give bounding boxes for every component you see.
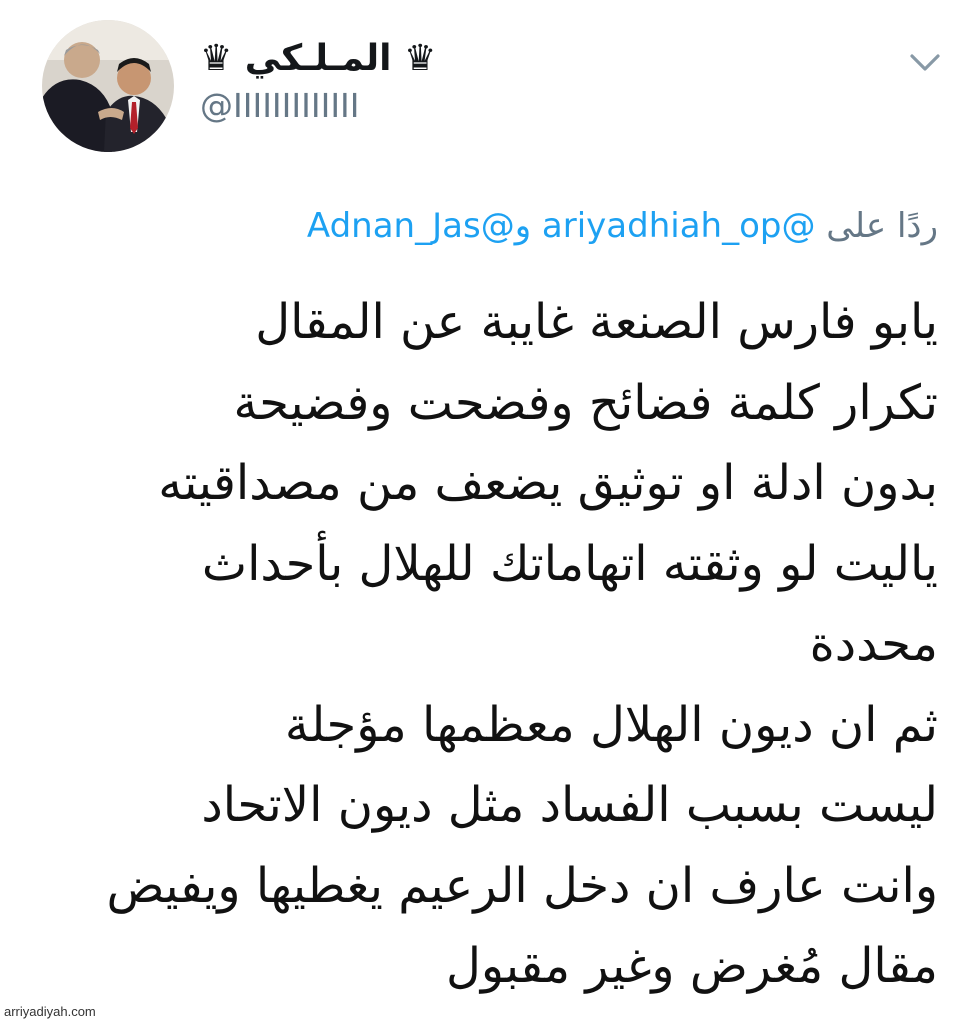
tweet-text: يابو فارس الصنعة غايبة عن المقال تكرار ك…	[38, 282, 939, 1007]
tweet-text-line: ثم ان ديون الهلال معظمها مؤجلة	[284, 696, 938, 753]
mention-ariyadhiah-op[interactable]: @ariyadhiah_op	[542, 206, 816, 246]
reply-context: ردًا على @ariyadhiah_op و@Adnan_Jas	[307, 206, 938, 246]
tweet-text-line: تكرار كلمة فضائح وفضحت وفضيحة	[233, 374, 938, 431]
tweet-text-line: يابو فارس الصنعة غايبة عن المقال	[255, 294, 938, 350]
tweet-text-line: بدون ادلة او توثيق يضعف من مصداقيته	[158, 455, 938, 511]
chevron-down-icon[interactable]	[908, 48, 942, 76]
avatar[interactable]	[42, 20, 174, 152]
reply-prefix: ردًا على	[826, 206, 938, 246]
mention-adnan-jas[interactable]: @Adnan_Jas	[307, 206, 515, 246]
tweet-text-line: ليست بسبب الفساد مثل ديون الاتحاد	[201, 777, 938, 833]
watermark: arriyadiyah.com	[4, 1004, 96, 1019]
reply-conjunction: و	[514, 206, 532, 246]
tweet-text-line: ياليت لو وثقته اتهاماتك للهلال بأحداث	[201, 535, 938, 592]
avatar-image	[42, 20, 174, 152]
username[interactable]: @IIIIIIIIIIIII	[200, 86, 360, 125]
tweet-text-line: مقال مُغرض وغير مقبول	[445, 938, 938, 994]
tweet-text-line: محددة	[809, 616, 938, 672]
display-name[interactable]: ♛ المـلـكي ♛	[200, 38, 436, 79]
tweet-text-line: وانت عارف ان دخل الرعيم يغطيها ويفيض	[106, 857, 939, 914]
